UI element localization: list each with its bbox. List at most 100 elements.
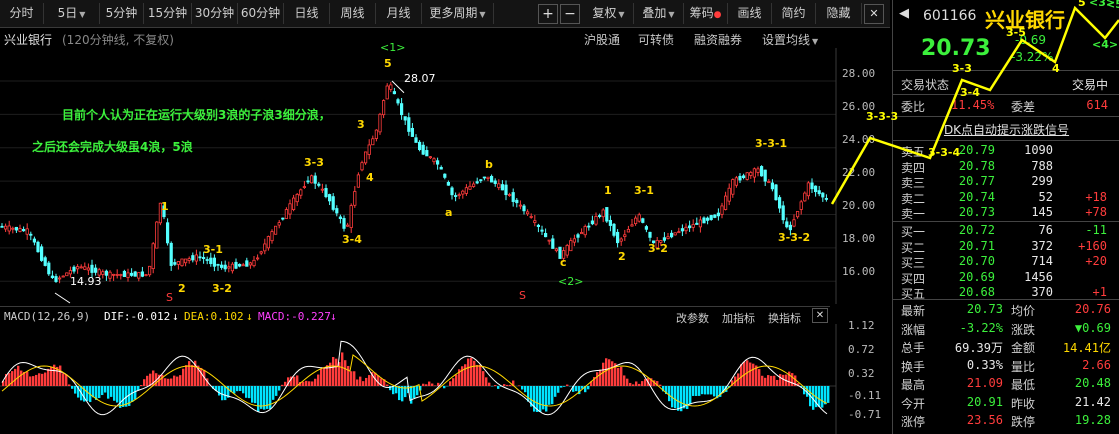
chouma-button[interactable]: 筹码● [684, 3, 728, 24]
book-level-label: 买三 [901, 256, 926, 270]
wave-label: 3-1 [634, 184, 654, 197]
stat-label-2: 跌停 [1011, 415, 1036, 429]
divider [893, 94, 1119, 95]
macd-bar-neg [101, 386, 104, 396]
candle-down [688, 225, 692, 229]
candle-down [94, 267, 98, 273]
diejia-button[interactable]: 叠加 ▼ [634, 3, 684, 24]
y-tick-label: 22.00 [842, 166, 876, 179]
stat-label-1: 最新 [901, 304, 926, 318]
candle-down [403, 116, 407, 121]
link-hugutong[interactable]: 沪股通 [584, 31, 620, 48]
macd-bar-pos [332, 357, 335, 386]
stat-value-2: ▼0.69 [1074, 320, 1111, 335]
candle-up [291, 197, 296, 210]
tab-60min[interactable]: 60分钟 [238, 3, 284, 24]
candle-up [112, 273, 116, 276]
macd-bar-neg [257, 386, 260, 412]
zoom-in-button[interactable]: + [538, 4, 558, 24]
tab-5day[interactable]: 5日 ▼ [44, 3, 100, 24]
candle-up [252, 259, 256, 267]
candle-down [209, 257, 213, 265]
stat-row: 最新 20.73 均价 20.76 [893, 302, 1119, 318]
back-arrow-icon[interactable]: ◀ [899, 6, 909, 21]
candle-up [580, 232, 584, 235]
wave-label: 3 [357, 118, 365, 131]
yincang-button[interactable]: 隐藏 [816, 3, 862, 24]
candle-up [428, 156, 433, 159]
jianyue-button[interactable]: 简约 [772, 3, 816, 24]
close-icon[interactable]: ✕ [812, 308, 828, 323]
candle-down [133, 271, 137, 277]
tab-fenshi[interactable]: 分时 [0, 3, 44, 24]
candlestick-chart[interactable]: 28.00 26.00 24.00 22.00 20.00 18.00 16.0… [0, 41, 890, 304]
candle-up [367, 144, 371, 155]
candle-up [666, 236, 670, 240]
macd-bar-neg [221, 386, 224, 401]
macd-bar-pos [467, 358, 470, 386]
link-convertible-bond[interactable]: 可转债 [638, 31, 674, 48]
candle-down [407, 117, 411, 132]
macd-bar-pos [41, 373, 44, 386]
candle-down [219, 264, 224, 268]
macd-bar-pos [452, 378, 455, 386]
macd-bar-pos [758, 369, 761, 386]
candle-down [551, 238, 555, 249]
tab-more-periods[interactable]: 更多周期 ▼ [422, 3, 494, 24]
link-margin-trading[interactable]: 融资融券 [694, 31, 742, 48]
candle-up [137, 272, 141, 279]
macd-y-tick: 0.32 [848, 367, 875, 380]
macd-chart[interactable] [0, 324, 890, 434]
candle-up [299, 189, 303, 196]
signal-link-label: DK点自动提示涨跌信号 [943, 123, 1070, 137]
candle-down [605, 207, 609, 222]
analysis-note-2: 之后还会完成大级虽4浪，5浪 [32, 140, 193, 154]
candle-down [90, 264, 94, 273]
tab-week[interactable]: 周线 [330, 3, 376, 24]
candle-down [774, 184, 778, 201]
candle-down [335, 208, 339, 214]
candle-up [486, 176, 490, 179]
candle-up [360, 162, 364, 171]
zoom-out-button[interactable]: − [560, 4, 580, 24]
candle-up [526, 211, 530, 215]
tab-month[interactable]: 月线 [376, 3, 422, 24]
macd-bar-pos [602, 362, 605, 386]
tab-15min[interactable]: 15分钟 [144, 3, 192, 24]
candle-down [417, 141, 422, 151]
macd-bar-pos [626, 378, 629, 386]
candle-down [212, 257, 216, 267]
candle-up [288, 203, 292, 215]
candle-up [86, 267, 90, 271]
chevron-down-icon: ▼ [79, 10, 86, 19]
link-set-ma[interactable]: 设置均线 ▼ [762, 31, 818, 48]
macd-bar-neg [521, 386, 524, 390]
candle-up [565, 244, 569, 256]
huaxian-button[interactable]: 画线 [728, 3, 772, 24]
y-tick-label: 26.00 [842, 100, 876, 113]
candle-down [306, 180, 310, 183]
candle-down [122, 270, 126, 278]
candle-up [187, 258, 191, 261]
tab-30min[interactable]: 30分钟 [192, 3, 238, 24]
candle-up [270, 231, 274, 242]
macd-bar-neg [71, 386, 74, 389]
macd-bar-neg [818, 386, 821, 407]
macd-bar-pos [32, 376, 35, 386]
book-level-label: 买一 [901, 225, 926, 239]
candle-down [713, 214, 717, 218]
macd-bar-neg [557, 386, 560, 393]
tab-5min[interactable]: 5分钟 [100, 3, 144, 24]
stat-row: 涨幅 -3.22% 涨跌 ▼0.69 [893, 321, 1119, 337]
tab-day[interactable]: 日线 [284, 3, 330, 24]
candle-down [788, 224, 793, 231]
candle-up [727, 187, 731, 202]
candle-down [515, 199, 519, 204]
fuquan-button[interactable]: 复权 ▼ [584, 3, 634, 24]
candle-down [453, 195, 458, 197]
macd-bar-pos [518, 385, 521, 386]
close-icon[interactable]: ✕ [864, 4, 884, 24]
signal-link[interactable]: DK点自动提示涨跌信号 [893, 121, 1119, 137]
candle-down [709, 215, 713, 220]
macd-bar-neg [86, 386, 89, 402]
